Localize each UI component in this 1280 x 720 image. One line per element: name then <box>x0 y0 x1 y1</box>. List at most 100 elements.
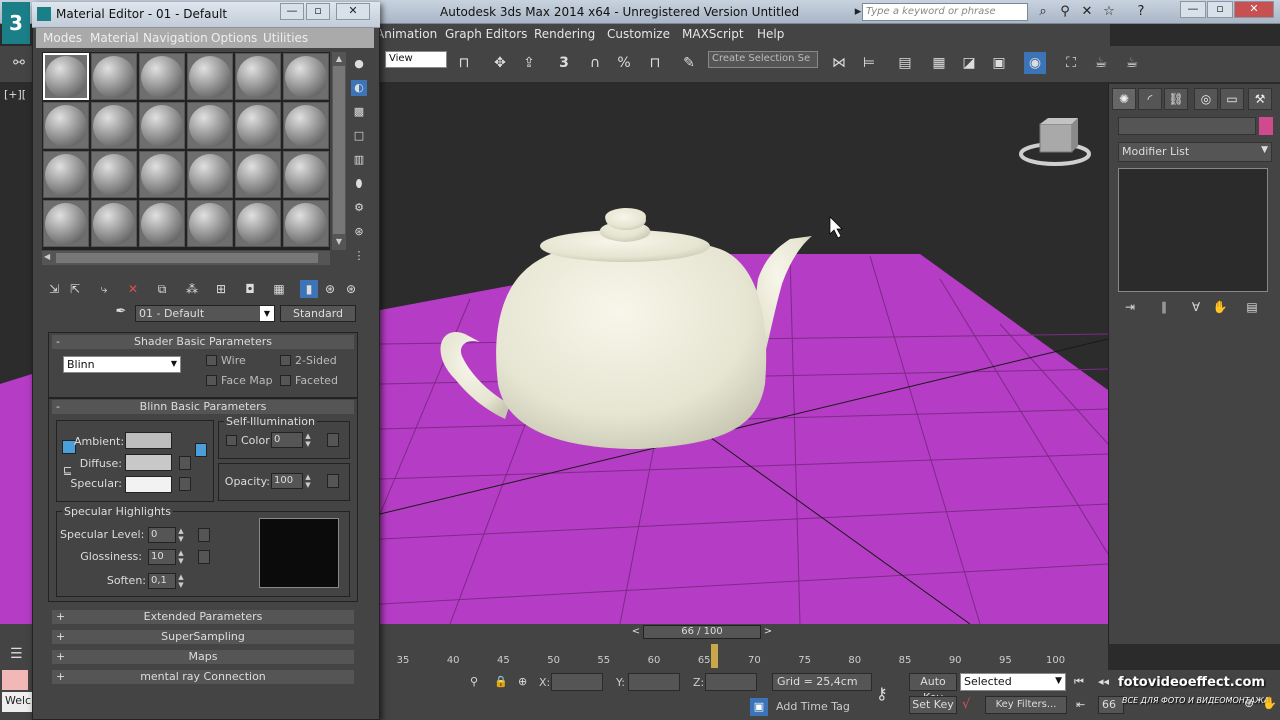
app-logo[interactable]: 3 <box>2 2 30 44</box>
render-frame-icon[interactable]: ☕ <box>1090 52 1112 74</box>
maximize-button[interactable]: ▫ <box>1207 1 1233 18</box>
named-selection-set-dropdown[interactable]: Create Selection Se <box>708 51 818 68</box>
key-mode-icon[interactable]: ⇤ <box>1076 698 1085 711</box>
go-to-parent-icon[interactable]: ⊛ <box>321 280 339 298</box>
shader-type-dropdown[interactable]: Blinn ▼ <box>63 356 181 373</box>
z-coordinate-field[interactable] <box>705 673 757 691</box>
self-illum-value[interactable]: 0 <box>271 432 303 448</box>
goto-start-icon[interactable]: ⏮ <box>1074 675 1084 689</box>
make-unique-icon[interactable]: ∀ <box>1186 300 1206 316</box>
exchange-icon[interactable]: ✕ <box>1078 3 1096 21</box>
transform-mode-icon[interactable]: ⊕ <box>518 675 527 688</box>
put-to-library-icon[interactable]: ⊞ <box>212 280 230 298</box>
menu-rendering[interactable]: Rendering <box>534 27 595 41</box>
layer-manager-icon[interactable]: ▤ <box>894 52 916 74</box>
specular-color-swatch[interactable] <box>125 476 172 493</box>
lock-diffuse-specular-icon[interactable] <box>195 443 207 457</box>
time-slider-next-icon[interactable]: > <box>761 625 775 639</box>
self-illum-map-button[interactable] <box>327 433 339 447</box>
material-slot[interactable] <box>91 102 137 149</box>
background-icon[interactable]: ▩ <box>351 104 367 120</box>
move-icon[interactable]: ✥ <box>489 52 511 74</box>
material-slot[interactable] <box>187 151 233 198</box>
material-slot[interactable] <box>91 200 137 247</box>
tangent-icon[interactable]: √ <box>962 697 970 712</box>
pivot-icon[interactable]: ⊓ <box>453 52 475 74</box>
material-slot[interactable] <box>91 151 137 198</box>
edit-named-selection-icon[interactable]: ✎ <box>678 52 700 74</box>
motion-tab-icon[interactable]: ◎ <box>1194 88 1218 110</box>
mental-ray-connection-expand[interactable]: + <box>56 670 65 683</box>
me-maximize-button[interactable]: ▫ <box>306 3 330 20</box>
reference-coordinate-select[interactable]: View <box>385 51 447 68</box>
y-coordinate-field[interactable] <box>628 673 680 691</box>
soften-value[interactable]: 0,1 <box>148 573 176 589</box>
menu-animation[interactable]: Animation <box>376 27 437 41</box>
blinn-basic-collapse[interactable]: - <box>56 400 60 413</box>
self-illum-color-checkbox[interactable] <box>226 435 237 446</box>
reset-map-icon[interactable]: ✕ <box>124 280 142 298</box>
sample-type-icon[interactable]: ● <box>351 56 367 72</box>
track-bar-icon[interactable]: ☰ <box>10 646 23 662</box>
object-name-input[interactable] <box>1118 117 1256 135</box>
maxscript-mini-listener[interactable]: Welc <box>2 692 32 712</box>
material-slot[interactable] <box>139 53 185 100</box>
key-set-dropdown[interactable]: Selected ▼ <box>960 673 1066 691</box>
display-tab-icon[interactable]: ▭ <box>1220 88 1244 110</box>
wire-checkbox[interactable] <box>206 355 217 366</box>
shader-basic-header[interactable]: Shader Basic Parameters <box>52 335 354 349</box>
manipulate-icon[interactable]: ⇪ <box>518 52 540 74</box>
face-map-checkbox[interactable] <box>206 375 217 386</box>
material-slot[interactable] <box>139 151 185 198</box>
current-frame-field[interactable]: 66 <box>1098 696 1124 714</box>
mental-ray-connection-header[interactable]: mental ray Connection <box>52 670 354 684</box>
supersampling-expand[interactable]: + <box>56 630 65 643</box>
prev-frame-icon[interactable]: ◂◂ <box>1098 675 1109 688</box>
soften-spinner-icon[interactable]: ▲ ▼ <box>177 573 185 589</box>
object-color-swatch[interactable] <box>1259 117 1273 135</box>
material-slot[interactable] <box>187 200 233 247</box>
material-slot[interactable] <box>283 151 329 198</box>
put-to-scene-icon[interactable]: ⇱ <box>66 280 84 298</box>
supersampling-header[interactable]: SuperSampling <box>52 630 354 644</box>
material-slot[interactable] <box>187 53 233 100</box>
time-slider-prev-icon[interactable]: < <box>629 625 643 639</box>
material-name-dropdown[interactable]: 01 - Default ▼ <box>135 305 275 322</box>
search-input[interactable]: Type a keyword or phrase <box>862 3 1028 21</box>
pick-material-eyedropper-icon[interactable]: ✒ <box>112 304 130 322</box>
pin-stack-icon[interactable]: ⇥ <box>1120 300 1140 316</box>
menu-help[interactable]: Help <box>757 27 784 41</box>
faceted-checkbox[interactable] <box>280 375 291 386</box>
minimize-button[interactable]: — <box>1180 1 1206 18</box>
show-map-in-viewport-icon[interactable]: ▦ <box>270 280 288 298</box>
star-icon[interactable]: ☆ <box>1100 3 1118 21</box>
add-time-tag-button[interactable]: Add Time Tag <box>776 700 850 713</box>
pan-icon[interactable]: ✋ <box>1262 696 1277 710</box>
ambient-color-swatch[interactable] <box>125 432 172 449</box>
assign-to-selection-icon[interactable]: ⤷ <box>95 280 113 298</box>
opacity-value[interactable]: 100 <box>271 473 303 489</box>
perspective-viewport[interactable] <box>380 84 1108 624</box>
material-slot[interactable] <box>235 151 281 198</box>
mirror-icon[interactable]: ⋈ <box>828 52 850 74</box>
hscroll-thumb[interactable] <box>56 253 318 263</box>
diffuse-map-button[interactable] <box>179 456 191 470</box>
time-tag-icon[interactable]: ▣ <box>750 698 768 716</box>
utilities-tab-icon[interactable]: ⚒ <box>1248 88 1272 110</box>
slots-vertical-scrollbar[interactable]: ▲ ▼ <box>332 52 346 250</box>
me-minimize-button[interactable]: — <box>280 3 304 20</box>
help-icon[interactable]: ? <box>1132 3 1150 21</box>
diffuse-color-swatch[interactable] <box>125 454 172 471</box>
two-sided-checkbox[interactable] <box>280 355 291 366</box>
scroll-left-icon[interactable]: ◀ <box>44 252 50 261</box>
me-menu-modes[interactable]: Modes <box>43 31 82 45</box>
align-icon[interactable]: ⊨ <box>858 52 880 74</box>
create-tab-icon[interactable]: ✺ <box>1112 88 1136 110</box>
configure-sets-icon[interactable]: ▤ <box>1242 300 1262 316</box>
show-end-result-icon[interactable]: ∥ <box>1154 300 1174 316</box>
zoom-icon[interactable]: ⊕ <box>1244 696 1254 710</box>
extended-parameters-header[interactable]: Extended Parameters <box>52 610 354 624</box>
set-key-button[interactable]: Set Key <box>909 696 957 714</box>
me-close-button[interactable]: ✕ <box>336 3 370 20</box>
material-map-navigator-icon[interactable]: ⋮ <box>351 248 367 264</box>
